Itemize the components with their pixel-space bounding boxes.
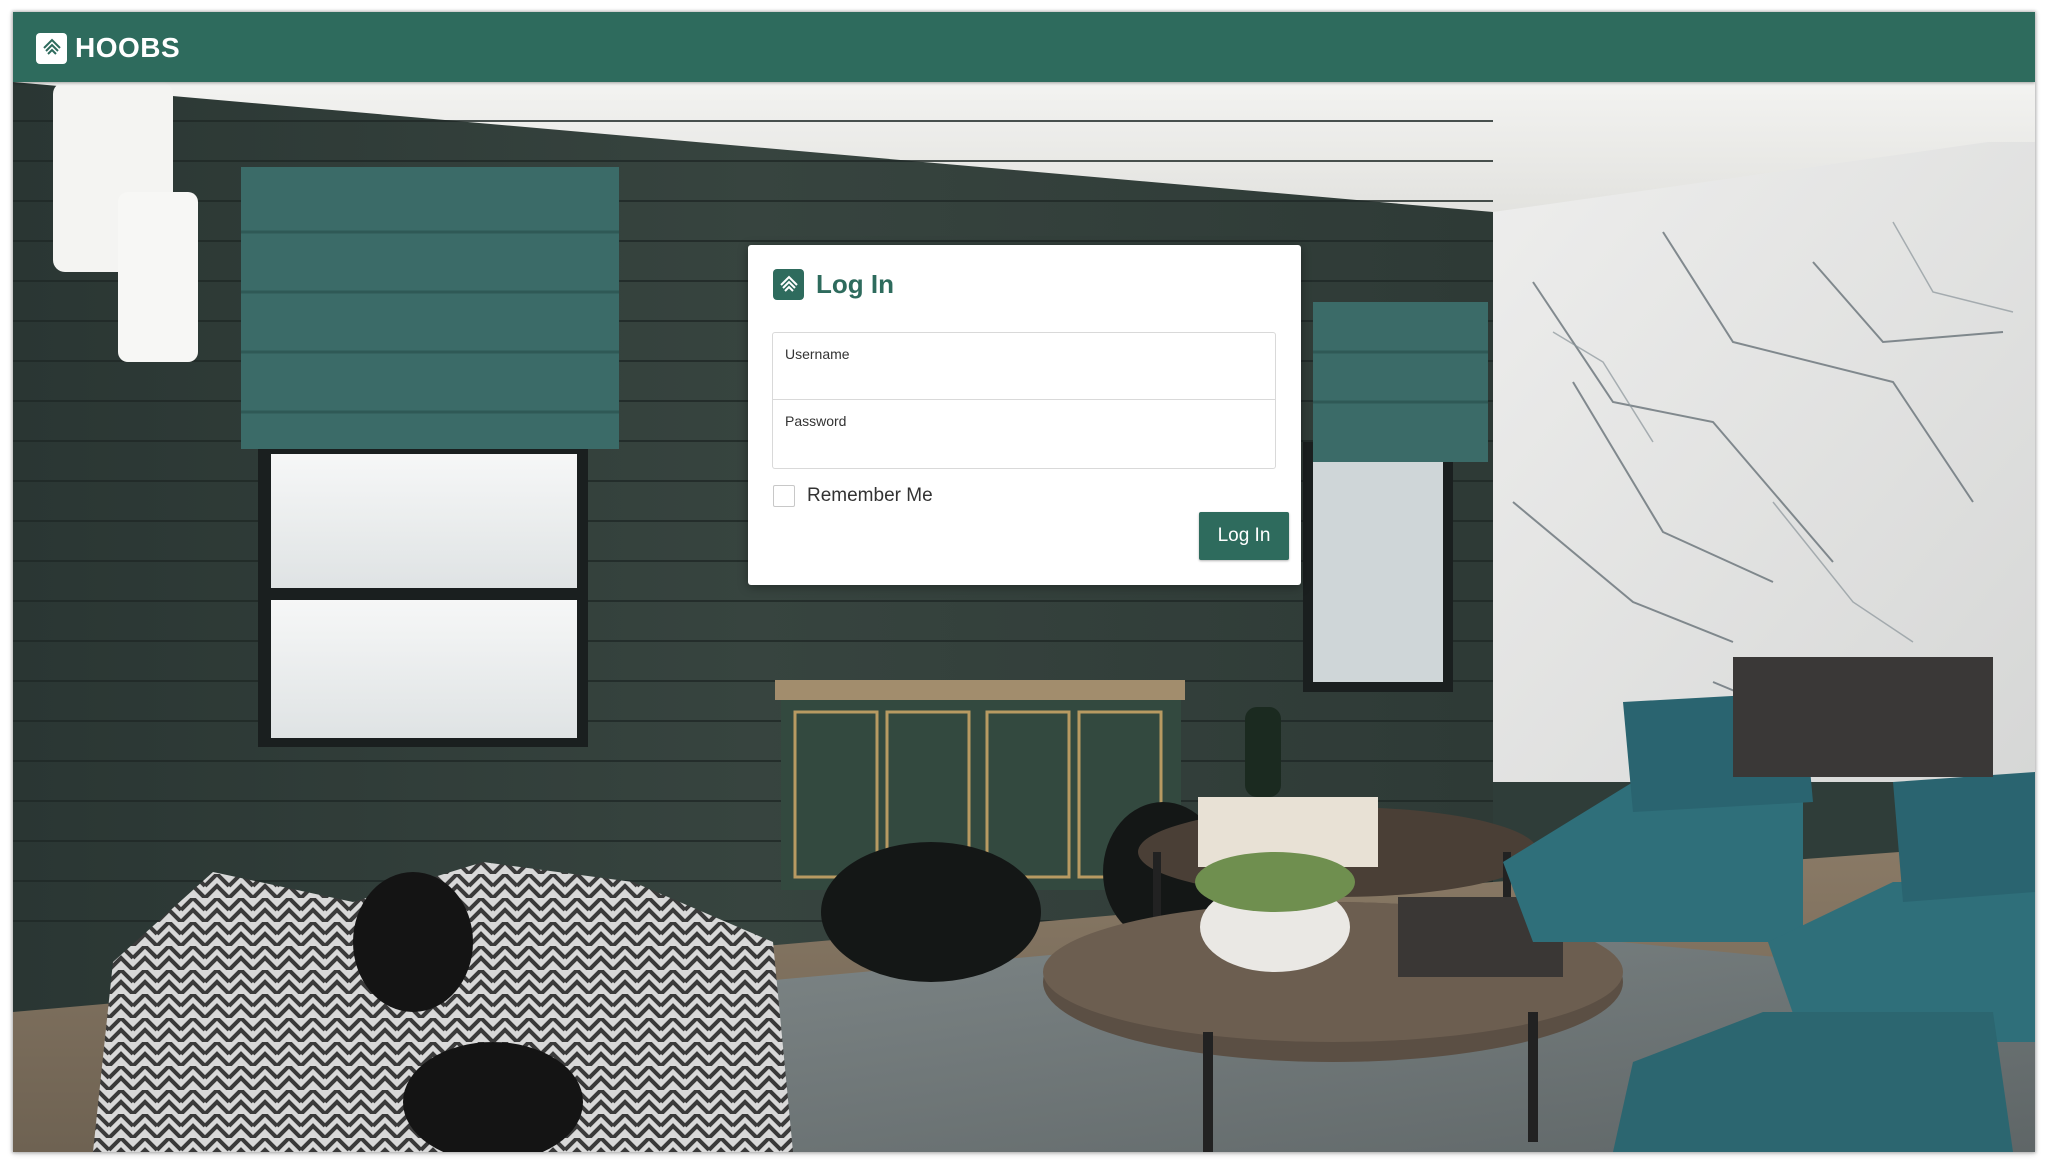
login-title: Log In: [816, 269, 894, 299]
app-name: HOOBS: [75, 32, 181, 63]
hoobs-logo-icon: [36, 32, 67, 64]
background-photo: [13, 82, 2035, 1152]
login-button[interactable]: Log In: [1199, 512, 1289, 560]
app-window: HOOBS Log In Username Password Remember …: [13, 12, 2035, 1152]
login-dialog: Log In Username Password Remember Me Log…: [748, 245, 1301, 585]
brand[interactable]: HOOBS: [36, 31, 180, 65]
top-bar: HOOBS: [13, 12, 2035, 82]
hoobs-logo-icon: [773, 269, 804, 300]
username-field[interactable]: Username: [772, 332, 1276, 400]
remember-me-label[interactable]: Remember Me: [807, 485, 933, 507]
username-label: Username: [785, 346, 850, 362]
remember-me[interactable]: Remember Me: [773, 485, 933, 507]
login-header: Log In: [773, 269, 894, 300]
password-input[interactable]: [785, 432, 1269, 460]
password-label: Password: [785, 413, 847, 429]
password-field[interactable]: Password: [772, 400, 1276, 469]
username-input[interactable]: [785, 365, 1269, 393]
remember-me-checkbox[interactable]: [773, 485, 795, 507]
